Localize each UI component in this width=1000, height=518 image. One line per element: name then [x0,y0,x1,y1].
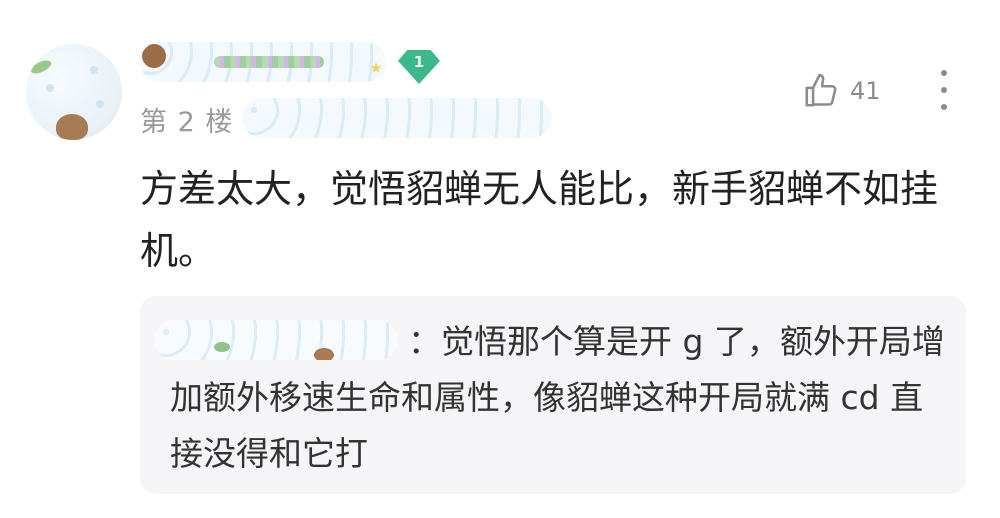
leaf-decoration [28,57,54,77]
more-options-button[interactable] [934,70,954,110]
more-vertical-icon [941,70,947,76]
reply-box[interactable]: ：觉悟那个算是开 g 了，额外开局增加额外移速生命和属性，像貂蝉这种开局就满 c… [140,296,966,494]
avatar[interactable] [26,44,122,140]
level-badge-number: 1 [413,53,425,71]
more-vertical-icon [941,104,947,110]
like-count: 41 [850,77,881,105]
thumbs-up-icon [805,73,837,107]
bear-decoration [56,114,88,140]
dot-decoration [90,66,98,74]
floor-label: 第 2 楼 [140,107,234,138]
reply-text: ：觉悟那个算是开 g 了，额外开局增加额外移速生命和属性，像貂蝉这种开局就满 c… [170,322,945,473]
flower-decoration [214,56,324,68]
dot-decoration [96,100,104,108]
level-badge-icon: 1 [398,50,440,84]
post-info-blurred [242,98,552,138]
like-button[interactable]: 41 [802,72,881,110]
star-decoration [370,62,382,73]
username-blurred[interactable] [140,42,386,82]
dot-decoration [46,84,54,92]
more-vertical-icon [941,87,947,93]
comment-text: 方差太大，觉悟貂蝉无人能比，新手貂蝉不如挂机。 [140,167,939,273]
bear-decoration [142,44,166,68]
